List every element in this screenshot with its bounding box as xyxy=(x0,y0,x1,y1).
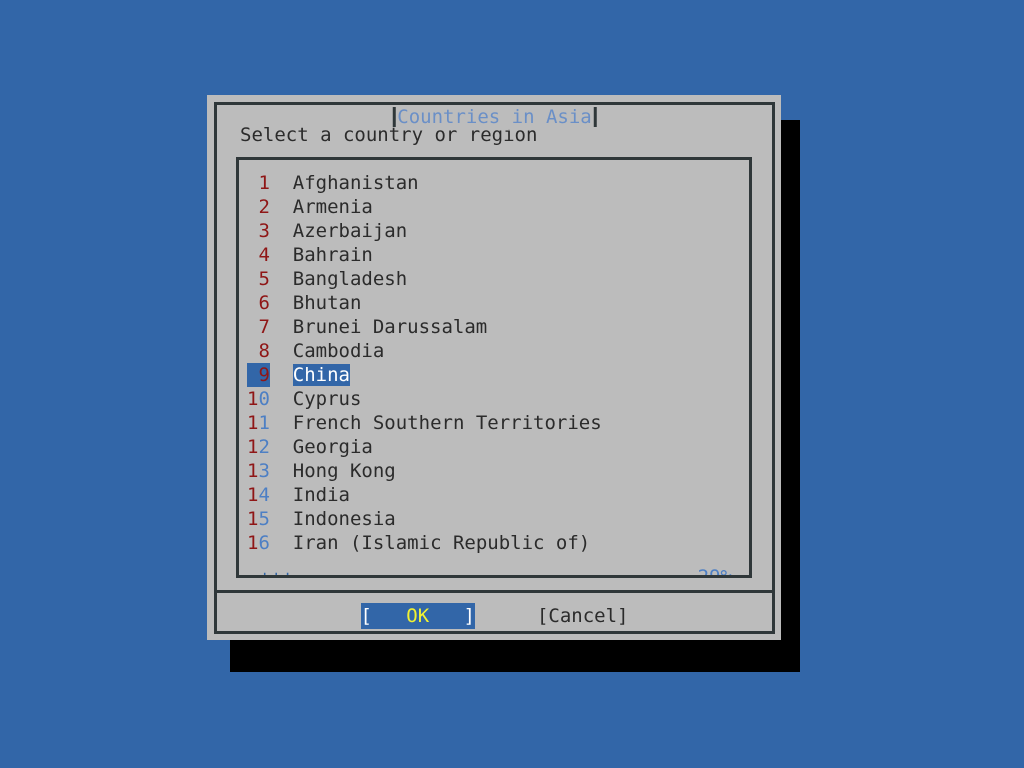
list-item[interactable]: 8 Cambodia xyxy=(239,339,749,363)
list-item-tag: 1 xyxy=(247,172,270,194)
list-item-gap xyxy=(270,219,293,243)
list-item[interactable]: 4 Bahrain xyxy=(239,243,749,267)
list-item-tag: 6 xyxy=(247,292,270,314)
list-item-tag: 3 xyxy=(247,220,270,242)
list-item-label: Iran (Islamic Republic of) xyxy=(292,532,591,554)
list-item[interactable]: 10 Cyprus xyxy=(239,387,749,411)
list-item-label: Armenia xyxy=(292,196,373,218)
list-item-label: Bangladesh xyxy=(292,268,408,290)
list-item-tag: 5 xyxy=(247,268,270,290)
list-item-label: French Southern Territories xyxy=(292,412,602,434)
ok-button[interactable]: [ OK ] xyxy=(360,602,475,629)
list-item-gap xyxy=(270,387,293,411)
list-item[interactable]: 12 Georgia xyxy=(239,435,749,459)
dialog-frame: Countries in Asia Select a country or re… xyxy=(214,102,775,634)
country-list[interactable]: 1 Afghanistan 2 Armenia 3 Azerbaijan 4 B… xyxy=(239,171,749,555)
list-item-tag: 4 xyxy=(247,244,270,266)
list-item-gap xyxy=(270,339,293,363)
list-item-tag: 16 xyxy=(247,532,270,554)
list-item-tag: 9 xyxy=(247,363,270,387)
list-item[interactable]: 14 India xyxy=(239,483,749,507)
list-item-gap xyxy=(270,291,293,315)
list-item-tag: 7 xyxy=(247,316,270,338)
list-item-gap xyxy=(270,435,293,459)
country-selection-dialog: Countries in Asia Select a country or re… xyxy=(207,95,781,640)
list-item[interactable]: 5 Bangladesh xyxy=(239,267,749,291)
list-item-gap xyxy=(270,363,293,387)
list-item-label: China xyxy=(292,364,350,386)
list-item-gap xyxy=(270,411,293,435)
list-item[interactable]: 2 Armenia xyxy=(239,195,749,219)
list-item-tag: 2 xyxy=(247,196,270,218)
list-item-gap xyxy=(270,315,293,339)
list-item-gap xyxy=(270,195,293,219)
list-item-label: Afghanistan xyxy=(292,172,419,194)
ok-button-label: OK xyxy=(371,604,464,627)
scroll-percent-label: 29% xyxy=(694,564,735,575)
list-item-gap xyxy=(270,459,293,483)
list-item[interactable]: 9 China xyxy=(239,363,749,387)
list-item-label: Bhutan xyxy=(292,292,362,314)
list-item[interactable]: 7 Brunei Darussalam xyxy=(239,315,749,339)
list-item[interactable]: 15 Indonesia xyxy=(239,507,749,531)
cancel-button-label: Cancel xyxy=(548,604,618,627)
country-listbox[interactable]: 1 Afghanistan 2 Armenia 3 Azerbaijan 4 B… xyxy=(236,157,752,578)
list-item-label: Indonesia xyxy=(292,508,396,530)
list-item-gap xyxy=(270,243,293,267)
list-item-gap xyxy=(270,483,293,507)
list-item-gap xyxy=(270,267,293,291)
list-item-label: Hong Kong xyxy=(292,460,396,482)
list-item-tag: 12 xyxy=(247,436,270,458)
list-item[interactable]: 6 Bhutan xyxy=(239,291,749,315)
list-item-tag: 13 xyxy=(247,460,270,482)
list-item-gap xyxy=(270,171,293,195)
ok-bracket-left: [ xyxy=(360,604,372,627)
list-item-tag: 14 xyxy=(247,484,270,506)
scroll-down-arrows-icon: ↓↓↓ xyxy=(257,564,296,575)
cancel-bracket-right: ] xyxy=(617,604,629,627)
list-item-label: India xyxy=(292,484,350,506)
list-item-label: Cambodia xyxy=(292,340,385,362)
button-bar: [ OK ] [Cancel] xyxy=(217,593,772,638)
list-item-label: Georgia xyxy=(292,436,373,458)
cancel-bracket-left: [ xyxy=(536,604,549,627)
list-item[interactable]: 3 Azerbaijan xyxy=(239,219,749,243)
list-item-tag: 8 xyxy=(247,340,270,362)
list-item-label: Cyprus xyxy=(292,388,362,410)
list-item[interactable]: 13 Hong Kong xyxy=(239,459,749,483)
dialog-title: Countries in Asia xyxy=(392,105,598,129)
list-item[interactable]: 1 Afghanistan xyxy=(239,171,749,195)
list-item-gap xyxy=(270,531,293,555)
list-item-label: Brunei Darussalam xyxy=(292,316,488,338)
list-item-tag: 10 xyxy=(247,388,270,410)
list-item-label: Azerbaijan xyxy=(292,220,408,242)
list-item-label: Bahrain xyxy=(292,244,373,266)
ok-bracket-right: ] xyxy=(463,604,475,627)
list-item-gap xyxy=(270,507,293,531)
list-item[interactable]: 16 Iran (Islamic Republic of) xyxy=(239,531,749,555)
list-item-tag: 11 xyxy=(247,412,270,434)
list-item-tag: 15 xyxy=(247,508,270,530)
list-item[interactable]: 11 French Southern Territories xyxy=(239,411,749,435)
cancel-button[interactable]: [Cancel] xyxy=(537,603,629,629)
